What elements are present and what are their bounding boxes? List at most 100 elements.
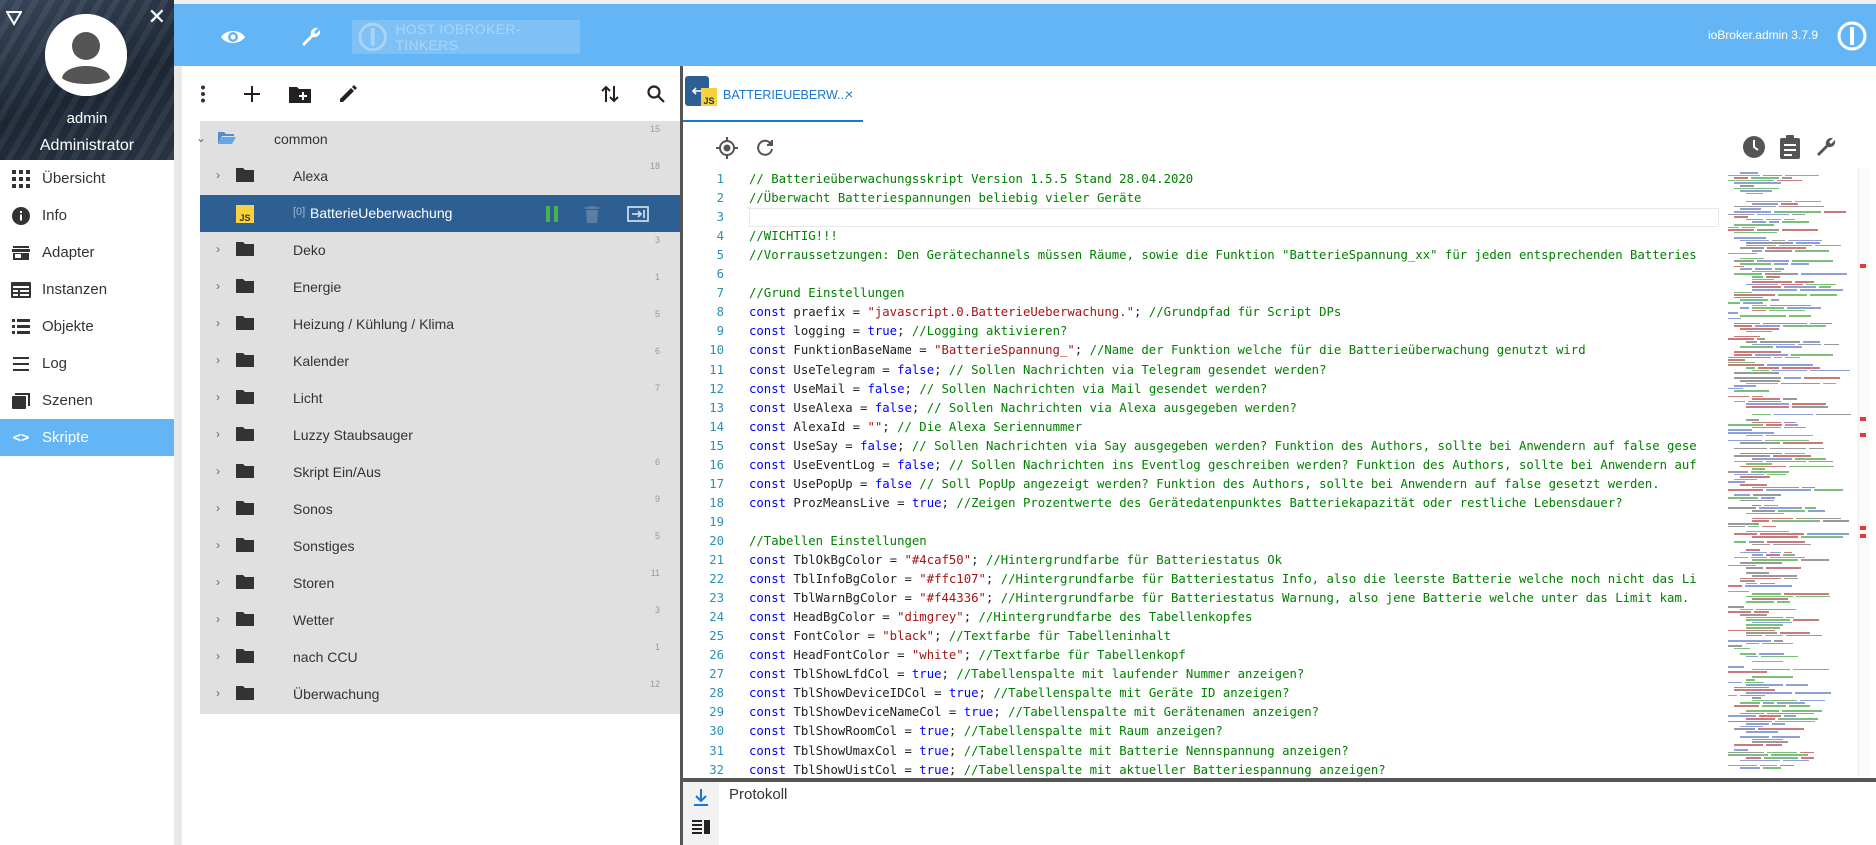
code-line[interactable]: 6 <box>683 265 1726 284</box>
sidebar-item-szenen[interactable]: Szenen <box>0 382 174 419</box>
chevron-right-icon[interactable]: › <box>216 427 220 441</box>
code-line[interactable]: 10 const FunktionBaseName = "BatterieSpan… <box>683 341 1726 360</box>
refresh-icon[interactable] <box>753 136 777 160</box>
edit-button[interactable] <box>336 82 360 106</box>
sidebar-item-instanzen[interactable]: Instanzen <box>0 271 174 308</box>
sort-icon[interactable] <box>598 82 622 106</box>
tree-item-alexa[interactable]: › Alexa 18 <box>200 158 680 195</box>
log-format-icon[interactable] <box>691 816 711 838</box>
scroll-down-icon[interactable] <box>691 786 711 808</box>
code-line[interactable]: 7 //Grund Einstellungen <box>683 284 1726 303</box>
code-line[interactable]: 4 //WICHTIG!!! <box>683 227 1726 246</box>
chevron-right-icon[interactable]: › <box>216 612 220 626</box>
code-line[interactable]: 25 const FontColor = "black"; //Textfarbe… <box>683 627 1726 646</box>
clipboard-icon[interactable] <box>1777 134 1803 160</box>
code-line[interactable]: 29 const TblShowDeviceNameCol = true; //T… <box>683 703 1726 722</box>
chevron-right-icon[interactable]: › <box>216 390 220 404</box>
close-tab-icon[interactable]: × <box>845 86 853 102</box>
tree-item-skript-ein-aus[interactable]: › Skript Ein/Aus 6 <box>200 454 680 491</box>
code-line[interactable]: 8 const praefix = "javascript.0.BatterieU… <box>683 303 1726 322</box>
wrench-icon[interactable] <box>1813 134 1839 160</box>
code-line[interactable]: 5 //Vorraussetzungen: Den Gerätechannels … <box>683 246 1726 265</box>
tree-item-ueberwachung[interactable]: › Überwachung 12 <box>200 676 680 713</box>
code-line[interactable]: 23 const TblWarnBgColor = "#f44336"; //Hi… <box>683 589 1726 608</box>
tree-item-storen[interactable]: › Storen 11 <box>200 565 680 602</box>
sidebar-item-skripte[interactable]: <> Skripte <box>0 419 174 456</box>
tree-item-wetter[interactable]: › Wetter 3 <box>200 602 680 639</box>
sidebar-item-log[interactable]: Log <box>0 345 174 382</box>
eye-icon[interactable] <box>218 22 248 52</box>
tree-item-heizung[interactable]: › Heizung / Kühlung / Klima 5 <box>200 306 680 343</box>
code-line[interactable]: 11 const UseTelegram = false; // Sollen N… <box>683 361 1726 380</box>
tree-item-sonos[interactable]: › Sonos 9 <box>200 491 680 528</box>
tree-item-licht[interactable]: › Licht 7 <box>200 380 680 417</box>
editor-scrollbar[interactable] <box>1858 168 1869 777</box>
sidebar-item-info[interactable]: Info <box>0 197 174 234</box>
code-line[interactable]: 21 const TblOkBgColor = "#4caf50"; //Hint… <box>683 551 1726 570</box>
add-folder-button[interactable] <box>288 82 312 106</box>
sidebar-item-objekte[interactable]: Objekte <box>0 308 174 345</box>
code-editor[interactable]: 1 // Batterieüberwachungsskript Version 1… <box>683 168 1726 777</box>
minimap-stroke <box>1773 413 1813 416</box>
chevron-right-icon[interactable]: › <box>216 686 220 700</box>
tree-item-nach-ccu[interactable]: › nach CCU 1 <box>200 639 680 676</box>
sidebar-item-uebersicht[interactable]: Übersicht <box>0 160 174 197</box>
tree-label: Kalender <box>293 353 350 369</box>
close-icon[interactable]: ✕ <box>148 6 166 28</box>
code-line[interactable]: 22 const TblInfoBgColor = "#ffc107"; //Hi… <box>683 570 1726 589</box>
code-line[interactable]: 27 const TblShowLfdCol = true; //Tabellen… <box>683 665 1726 684</box>
pause-button[interactable] <box>542 204 562 224</box>
code-line[interactable]: 30 const TblShowRoomCol = true; //Tabelle… <box>683 722 1726 741</box>
add-script-button[interactable] <box>240 82 264 106</box>
code-minimap[interactable] <box>1726 168 1858 777</box>
chevron-right-icon[interactable]: › <box>216 168 220 182</box>
chevron-right-icon[interactable]: › <box>216 316 220 330</box>
tree-item-kalender[interactable]: › Kalender 6 <box>200 343 680 380</box>
tree-root-common[interactable]: ⌄ common 15 <box>196 121 680 158</box>
code-line[interactable]: 19 <box>683 513 1726 532</box>
code-line[interactable]: 26 const HeadFontColor = "white"; //Textf… <box>683 646 1726 665</box>
code-line[interactable]: 18 const ProzMeansLive = true; //Zeigen P… <box>683 494 1726 513</box>
chevron-right-icon[interactable]: › <box>216 575 220 589</box>
sidebar-item-adapter[interactable]: Adapter <box>0 234 174 271</box>
code-line[interactable]: 12 const UseMail = false; // Sollen Nachr… <box>683 380 1726 399</box>
code-line[interactable]: 20 //Tabellen Einstellungen <box>683 532 1726 551</box>
code-line[interactable]: 1 // Batterieüberwachungsskript Version 1… <box>683 170 1726 189</box>
chevron-right-icon[interactable]: › <box>216 649 220 663</box>
chevron-down-icon[interactable]: ⌄ <box>196 131 206 145</box>
code-line[interactable]: 32 const TblShowUistCol = true; //Tabelle… <box>683 761 1726 777</box>
code-line[interactable]: 16 const UseEventLog = false; // Sollen N… <box>683 456 1726 475</box>
chevron-right-icon[interactable]: › <box>216 279 220 293</box>
code-text: // Batterieüberwachungsskript Version 1.… <box>749 170 1193 189</box>
chevron-right-icon[interactable]: › <box>216 538 220 552</box>
chevron-right-icon[interactable]: › <box>216 501 220 515</box>
minimap-stroke <box>1769 304 1812 307</box>
tree-item-energie[interactable]: › Energie 1 <box>200 269 680 306</box>
delete-button[interactable] <box>582 204 602 224</box>
code-line[interactable]: 2 //Überwacht Batteriespannungen beliebig… <box>683 189 1726 208</box>
code-line[interactable]: 31 const TblShowUmaxCol = true; //Tabelle… <box>683 742 1726 761</box>
code-line[interactable]: 13 const UseAlexa = false; // Sollen Nach… <box>683 399 1726 418</box>
code-line[interactable]: 24 const HeadBgColor = "dimgrey"; //Hinte… <box>683 608 1726 627</box>
export-button[interactable] <box>626 204 650 224</box>
tab-batterieueberwachung[interactable]: JS BATTERIEUEBERW... × <box>683 74 863 122</box>
code-line[interactable]: 17 const UsePopUp = false // Soll PopUp a… <box>683 475 1726 494</box>
code-line[interactable]: 15 const UseSay = false; // Sollen Nachri… <box>683 437 1726 456</box>
tree-item-luzzy-staubsauger[interactable]: › Luzzy Staubsauger <box>200 417 680 454</box>
more-vert-icon[interactable] <box>196 82 210 106</box>
tree-item-batterieueberwachung[interactable]: JS [0] BatterieUeberwachung <box>200 195 680 232</box>
menu-toggle-icon[interactable] <box>5 10 23 31</box>
host-selector[interactable]: HOST IOBROKER-TINKERS <box>352 20 580 54</box>
code-line[interactable]: 28 const TblShowDeviceIDCol = true; //Tab… <box>683 684 1726 703</box>
tree-item-sonstiges[interactable]: › Sonstiges 5 <box>200 528 680 565</box>
chevron-right-icon[interactable]: › <box>216 242 220 256</box>
search-icon[interactable] <box>644 82 668 106</box>
clock-icon[interactable] <box>1741 134 1767 160</box>
chevron-right-icon[interactable]: › <box>216 353 220 367</box>
tree-item-deko[interactable]: › Deko 3 <box>200 232 680 269</box>
wrench-icon[interactable] <box>296 22 326 52</box>
code-line[interactable]: 14 const AlexaId = ""; // Die Alexa Serie… <box>683 418 1726 437</box>
chevron-right-icon[interactable]: › <box>216 464 220 478</box>
code-line[interactable]: 9 const logging = true; //Logging aktivie… <box>683 322 1726 341</box>
locate-icon[interactable] <box>715 136 739 160</box>
